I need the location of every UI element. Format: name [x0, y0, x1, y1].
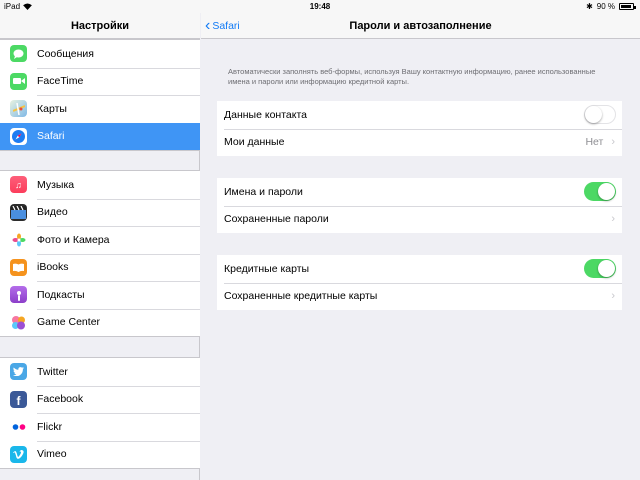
- row-label: Данные контакта: [224, 108, 307, 121]
- row-label: Имена и пароли: [224, 185, 303, 198]
- sidebar-item-maps[interactable]: Карты: [0, 95, 200, 123]
- row-label: Мои данные: [224, 136, 285, 149]
- page-title: Пароли и автозаполнение: [349, 20, 492, 32]
- contact-info-group: Данные контакта Мои данные Нет ›: [217, 101, 622, 156]
- video-icon: [10, 203, 27, 221]
- status-bar: iPad 19:48 ✱ 90 %: [0, 0, 640, 13]
- sidebar-item-photos[interactable]: Фото и Камера: [0, 226, 200, 254]
- clock: 19:48: [309, 2, 331, 11]
- facetime-icon: [10, 72, 27, 90]
- saved-credit-cards-row[interactable]: Сохраненные кредитные карты ›: [217, 282, 622, 311]
- maps-icon: [10, 100, 27, 118]
- sidebar-item-facetime[interactable]: FaceTime: [0, 67, 200, 96]
- sidebar-item-label: Видео: [37, 206, 68, 219]
- sidebar-item-label: Game Center: [37, 316, 101, 329]
- sidebar-item-label: FaceTime: [37, 75, 84, 88]
- vimeo-icon: [10, 445, 27, 463]
- credit-cards-group: Кредитные карты Сохраненные кредитные ка…: [217, 255, 622, 310]
- sidebar-item-label: Карты: [37, 102, 67, 115]
- sidebar-item-twitter[interactable]: Twitter: [0, 358, 200, 386]
- sidebar-item-label: Фото и Камера: [37, 233, 110, 246]
- sidebar-item-safari[interactable]: Safari: [0, 122, 200, 150]
- sidebar-item-label: Vimeo: [37, 448, 67, 461]
- sidebar-group-1: Сообщения FaceTime Карты Safari: [0, 39, 200, 151]
- sidebar-item-game-center[interactable]: Game Center: [0, 308, 200, 337]
- sidebar-item-label: Музыка: [37, 178, 75, 191]
- sidebar-item-label: Facebook: [37, 393, 84, 406]
- sidebar-item-label: Twitter: [37, 365, 68, 378]
- chevron-right-icon: ›: [611, 290, 615, 303]
- saved-passwords-row[interactable]: Сохраненные пароли ›: [217, 205, 622, 234]
- podcasts-icon: [10, 286, 27, 304]
- messages-icon: [10, 45, 27, 63]
- names-passwords-group: Имена и пароли Сохраненные пароли ›: [217, 178, 622, 233]
- bluetooth-icon: ✱: [586, 2, 593, 11]
- autofill-description: Автоматически заполнять веб-формы, испол…: [228, 67, 596, 86]
- sidebar-item-vimeo[interactable]: Vimeo: [0, 440, 200, 469]
- row-label: Сохраненные кредитные карты: [224, 290, 378, 303]
- sidebar-title: Настройки: [0, 13, 200, 39]
- names-passwords-row: Имена и пароли: [217, 178, 622, 206]
- row-label: Кредитные карты: [224, 262, 310, 275]
- my-info-row[interactable]: Мои данные Нет ›: [217, 128, 622, 157]
- sidebar-item-facebook[interactable]: f Facebook: [0, 385, 200, 414]
- sidebar-item-label: Safari: [37, 130, 65, 143]
- credit-cards-row: Кредитные карты: [217, 255, 622, 283]
- battery-percent: 90 %: [596, 2, 615, 11]
- sidebar-item-messages[interactable]: Сообщения: [0, 40, 200, 68]
- settings-sidebar: Настройки Сообщения FaceTime Карты Safar…: [0, 0, 200, 480]
- row-label: Сохраненные пароли: [224, 213, 329, 226]
- names-passwords-toggle[interactable]: [584, 182, 616, 202]
- my-info-value: Нет: [585, 136, 604, 149]
- sidebar-item-ibooks[interactable]: iBooks: [0, 253, 200, 282]
- chevron-right-icon: ›: [611, 136, 615, 149]
- game-center-icon: [10, 313, 27, 331]
- chevron-right-icon: ›: [611, 213, 615, 226]
- detail-nav-bar: ‹ Safari Пароли и автозаполнение: [201, 13, 640, 39]
- credit-cards-toggle[interactable]: [584, 259, 616, 279]
- use-contact-info-row: Данные контакта: [217, 101, 622, 129]
- battery-icon: [619, 3, 636, 10]
- music-icon: ♫: [10, 176, 27, 194]
- sidebar-item-label: Сообщения: [37, 47, 94, 60]
- sidebar-item-music[interactable]: ♫ Музыка: [0, 171, 200, 199]
- twitter-icon: [10, 363, 27, 381]
- sidebar-item-label: Подкасты: [37, 288, 85, 301]
- facebook-icon: f: [10, 390, 27, 408]
- ibooks-icon: [10, 258, 27, 276]
- sidebar-item-label: Flickr: [37, 420, 63, 433]
- sidebar-item-podcasts[interactable]: Подкасты: [0, 281, 200, 309]
- flickr-icon: [10, 418, 27, 436]
- safari-icon: [10, 127, 27, 145]
- sidebar-item-label: iBooks: [37, 261, 69, 274]
- sidebar-item-flickr[interactable]: Flickr: [0, 413, 200, 441]
- sidebar-item-video[interactable]: Видео: [0, 198, 200, 227]
- photos-icon: [10, 231, 27, 249]
- use-contact-info-toggle[interactable]: [584, 105, 616, 125]
- sidebar-group-3: Twitter f Facebook Flickr Vimeo: [0, 357, 200, 469]
- sidebar-group-2: ♫ Музыка Видео Фото и Камера iBooks Подк…: [0, 170, 200, 337]
